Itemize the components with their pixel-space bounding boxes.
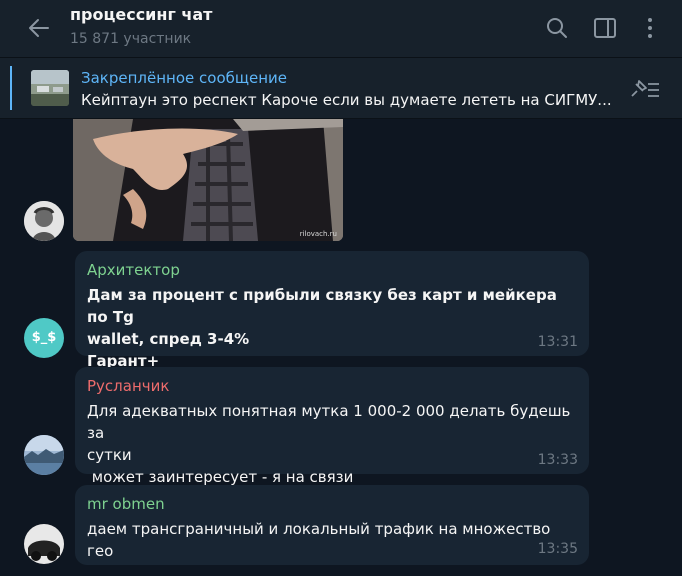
pinned-thumbnail [31,70,69,106]
chat-title[interactable]: процессинг чат [70,5,212,24]
message-text: Дам за процент с прибыли связку без карт… [87,286,557,370]
message-sender[interactable]: Русланчик [87,377,169,395]
back-arrow-icon[interactable] [24,14,54,42]
avatar[interactable]: $_$ [24,318,64,358]
pinned-title: Закреплённое сообщение [81,69,288,87]
message-bubble[interactable]: Русланчик Для адекватных понятная мутка … [75,367,589,486]
message-time: 13:31 [537,334,578,350]
unpin-icon[interactable] [628,78,662,102]
more-vertical-icon[interactable] [637,15,663,41]
pinned-text: Кейптаун это респект Кароче если вы дума… [81,91,612,109]
avatar[interactable] [24,524,64,564]
image-watermark: rilovach.ru [299,230,337,238]
pinned-message-bar[interactable]: Закреплённое сообщение Кейптаун это респ… [0,58,682,119]
message-sender[interactable]: Архитектор [87,261,180,279]
chat-header: процессинг чат 15 871 участник [0,0,682,58]
pinned-accent-bar [10,66,12,110]
message-text: даем трансграничный и локальный трафик н… [87,520,556,560]
message-time: 13:35 [537,541,578,557]
message-bubble[interactable]: mr obmen даем трансграничный и локальный… [75,485,589,565]
sidebar-toggle-icon[interactable] [592,15,618,41]
image-message[interactable]: rilovach.ru [73,119,343,241]
avatar-initials: $_$ [31,330,57,345]
avatar[interactable] [24,201,64,241]
message-time: 13:33 [537,452,578,468]
message-sender[interactable]: mr obmen [87,495,165,513]
search-icon[interactable] [544,15,570,41]
message-bubble[interactable]: Архитектор Дам за процент с прибыли связ… [75,251,589,370]
member-count: 15 871 участник [70,31,192,47]
avatar[interactable] [24,435,64,475]
message-text: Для адекватных понятная мутка 1 000-2 00… [87,402,571,486]
